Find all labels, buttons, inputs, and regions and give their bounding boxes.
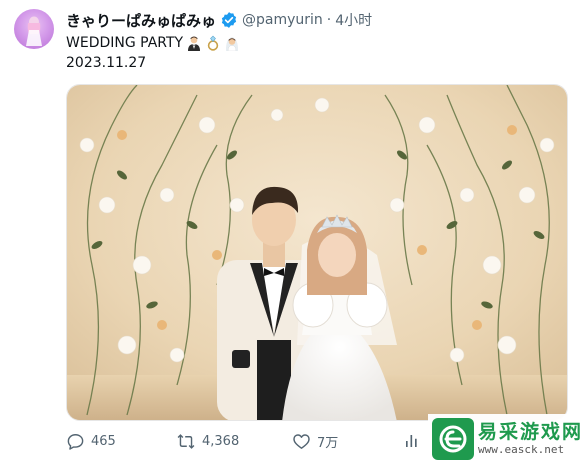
wedding-photo (67, 85, 567, 420)
avatar[interactable] (14, 9, 54, 49)
watermark-text: 易采游戏网 www.easck.net (478, 421, 583, 457)
watermark-url: www.easck.net (478, 443, 565, 456)
e-logo-icon (432, 418, 474, 460)
like-count: 7万 (317, 435, 339, 451)
tweet-date-line: 2023.11.27 (66, 55, 147, 71)
tweet-photo[interactable] (66, 84, 568, 421)
man-in-tuxedo-icon (186, 35, 202, 51)
tweet-text: WEDDING PARTY (66, 33, 240, 53)
bride-with-veil-icon (224, 35, 240, 51)
ring-icon (205, 35, 221, 51)
retweet-button[interactable]: 4,368 (176, 428, 239, 454)
views-button[interactable] (403, 428, 427, 454)
reply-icon (67, 433, 84, 450)
reply-button[interactable]: 465 (66, 428, 116, 454)
tweet-text-main: WEDDING PARTY (66, 35, 184, 51)
heart-icon (293, 433, 310, 449)
like-button[interactable]: 7万 (292, 428, 338, 454)
tweet-time[interactable]: 4小时 (335, 10, 372, 30)
tweet-header: きゃりーぱみゅぱみゅ @pamyurin · 4小时 (66, 8, 372, 32)
display-name[interactable]: きゃりーぱみゅぱみゅ (66, 10, 216, 31)
views-chart-icon (406, 435, 417, 447)
retweet-count: 4,368 (202, 433, 240, 449)
user-handle[interactable]: @pamyurin (242, 12, 323, 28)
watermark: 易采游戏网 www.easck.net (428, 414, 584, 464)
tweet-card: きゃりーぱみゅぱみゅ @pamyurin · 4小时 WEDDING PARTY (0, 0, 584, 464)
separator-dot: · (326, 12, 332, 28)
reply-count: 465 (91, 433, 116, 449)
watermark-site-name: 易采游戏网 (478, 421, 584, 443)
retweet-icon (177, 433, 195, 449)
verified-badge-icon (220, 11, 238, 29)
avatar-figure-icon (26, 16, 42, 46)
